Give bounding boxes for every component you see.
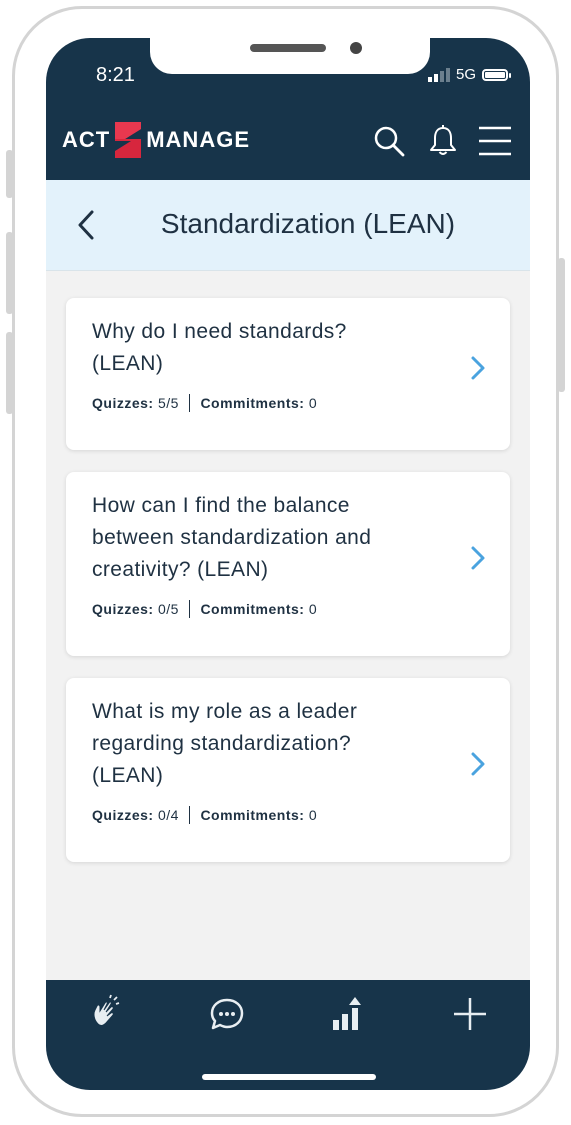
logo-text-manage: MANAGE <box>146 127 250 152</box>
camera <box>350 42 362 54</box>
quizzes-value: 0/5 <box>157 601 179 617</box>
subheader: Standardization (LEAN) <box>46 180 530 271</box>
quizzes-label: Quizzes: <box>92 395 154 411</box>
card-title-line: regarding standardization? <box>92 732 352 755</box>
logo-mark-icon <box>115 122 142 158</box>
card-title-line: between standardization and <box>92 526 372 549</box>
growth-chart-icon[interactable] <box>328 994 368 1034</box>
phone-side-button <box>6 232 13 314</box>
quizzes-label: Quizzes: <box>92 807 154 823</box>
phone-side-button <box>6 332 13 414</box>
battery-icon <box>482 68 511 81</box>
menu-icon[interactable] <box>478 124 512 158</box>
page-title: Standardization (LEAN) <box>160 208 456 239</box>
quizzes-label: Quizzes: <box>92 601 154 617</box>
notch <box>150 38 430 74</box>
network-label: 5G <box>455 66 476 83</box>
topic-card[interactable]: What is my role as a leader regarding st… <box>66 678 510 862</box>
search-icon[interactable] <box>372 124 406 158</box>
phone-side-button <box>6 150 13 198</box>
commitments-label: Commitments: <box>200 601 305 617</box>
card-title: What is my role as a leader regarding st… <box>92 696 450 792</box>
chevron-right-icon[interactable] <box>470 355 486 381</box>
topic-card[interactable]: Why do I need standards? (LEAN) Quizzes:… <box>66 298 510 450</box>
plus-icon[interactable] <box>450 994 490 1034</box>
status-time: 8:21 <box>96 64 135 86</box>
card-title-line: Why do I need standards? <box>92 320 347 343</box>
card-title-line: (LEAN) <box>92 352 164 375</box>
card-meta: Quizzes: 5/5 Commitments: 0 <box>92 394 450 412</box>
card-title-line: What is my role as a leader <box>92 700 358 723</box>
status-indicators: 5G <box>427 66 511 83</box>
meta-divider <box>188 806 191 824</box>
commitments-value: 0 <box>308 601 318 617</box>
card-title: Why do I need standards? (LEAN) <box>92 316 450 380</box>
bell-icon[interactable] <box>426 124 460 158</box>
logo-text-act: ACT <box>62 127 111 152</box>
card-title: How can I find the balance between stand… <box>92 490 450 586</box>
bottom-tab-bar <box>46 980 530 1090</box>
speaker <box>250 44 326 52</box>
card-meta: Quizzes: 0/5 Commitments: 0 <box>92 600 450 618</box>
phone-side-button <box>558 258 565 392</box>
card-title-line: (LEAN) <box>92 764 164 787</box>
signal-icon <box>427 67 450 82</box>
phone-screen: 8:21 5G ACT MANAGE Standardization (LEAN… <box>46 38 530 1090</box>
quizzes-value: 0/4 <box>157 807 179 823</box>
chat-bubble-icon[interactable] <box>207 994 247 1034</box>
commitments-label: Commitments: <box>200 395 305 411</box>
quizzes-value: 5/5 <box>157 395 179 411</box>
commitments-value: 0 <box>308 807 318 823</box>
meta-divider <box>188 394 191 412</box>
chevron-right-icon[interactable] <box>470 545 486 571</box>
commitments-label: Commitments: <box>200 807 305 823</box>
clapping-hands-icon[interactable] <box>86 994 126 1034</box>
card-title-line: creativity? (LEAN) <box>92 558 269 581</box>
top-bar: 8:21 5G ACT MANAGE <box>46 38 530 180</box>
home-indicator[interactable] <box>202 1074 376 1080</box>
chevron-right-icon[interactable] <box>470 751 486 777</box>
meta-divider <box>188 600 191 618</box>
card-meta: Quizzes: 0/4 Commitments: 0 <box>92 806 450 824</box>
card-title-line: How can I find the balance <box>92 494 350 517</box>
topic-card[interactable]: How can I find the balance between stand… <box>66 472 510 656</box>
commitments-value: 0 <box>308 395 318 411</box>
app-logo[interactable]: ACT MANAGE <box>62 120 250 160</box>
